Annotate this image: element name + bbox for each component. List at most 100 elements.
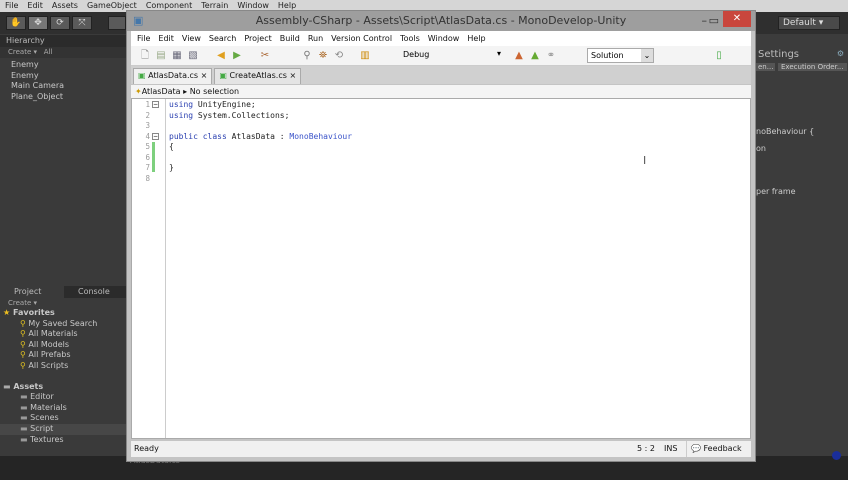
favorites-section[interactable]: ★ Favorites (0, 308, 126, 319)
fold-toggle[interactable]: − (152, 133, 159, 140)
code-content: using UnityEngine; using System.Collecti… (169, 100, 352, 174)
menu-view[interactable]: View (182, 31, 201, 46)
insert-mode: INS (664, 444, 678, 453)
folder-item[interactable]: ▬ Scenes (0, 413, 126, 424)
feedback-button[interactable]: 💬 Feedback (686, 441, 742, 457)
tab-console[interactable]: Console (64, 286, 110, 298)
hierarchy-tab[interactable]: Hierarchy (0, 35, 126, 47)
move-tool-icon[interactable]: ✥ (28, 16, 48, 30)
line-number: 3 (145, 121, 150, 130)
folder-label: Script (30, 423, 54, 433)
cursor-position: 5 : 2 (637, 444, 655, 453)
menu-assets[interactable]: Assets (52, 0, 78, 12)
open-icon[interactable]: ▤ (155, 50, 167, 62)
solution-dropdown[interactable]: Solution ⌄ (587, 48, 654, 63)
redo-icon[interactable]: ▶ (231, 50, 243, 62)
folder-item[interactable]: ▬ Editor (0, 392, 126, 403)
menu-help[interactable]: Help (467, 31, 485, 46)
scale-tool-icon[interactable]: ⤧ (72, 16, 92, 30)
folder-icon: ▬ (3, 381, 11, 391)
favorite-item[interactable]: ⚲ All Scripts (0, 361, 126, 372)
create-button[interactable]: Create (8, 48, 31, 56)
project-panel: Project Console Create ▾ ★ Favorites ⚲ M… (0, 286, 126, 456)
attach-icon[interactable]: ⚭ (545, 50, 557, 62)
assets-section[interactable]: ▬ Assets (0, 382, 126, 393)
folder-item-selected[interactable]: ▬ Script (0, 423, 126, 435)
config-dropdown[interactable]: Debug (403, 50, 429, 59)
search-icon: ⚲ (20, 318, 26, 328)
hierarchy-item[interactable]: Plane_Object (11, 92, 126, 103)
inspector-button[interactable]: en... (756, 63, 776, 71)
find-in-files-icon[interactable]: ⛯ (317, 50, 329, 62)
notification-icon[interactable] (832, 451, 841, 460)
code-line: using System.Collections; (169, 110, 290, 120)
maximize-button[interactable]: ▭ (709, 11, 719, 31)
settings-icon[interactable]: ⚙ (837, 49, 844, 58)
config-dropdown-arrow[interactable]: ▾ (497, 49, 501, 58)
project-create-button[interactable]: Create (8, 299, 31, 307)
code-line: { (169, 142, 174, 151)
find-icon[interactable]: ⚲ (301, 50, 313, 62)
device-icon[interactable]: ▯ (713, 50, 725, 62)
tab-atlasdata[interactable]: ▣ AtlasData.cs × (133, 68, 213, 84)
app-icon: ▣ (133, 14, 144, 27)
rebuild-icon[interactable]: ▲ (529, 50, 541, 62)
cut-icon[interactable]: ✂ (259, 50, 271, 62)
favorite-item[interactable]: ⚲ All Models (0, 340, 126, 351)
code-preview-line: per frame (756, 187, 796, 196)
hierarchy-item[interactable]: Enemy (11, 60, 126, 71)
menu-file[interactable]: File (5, 0, 18, 12)
folder-label: Scenes (30, 413, 59, 423)
hierarchy-search[interactable]: All (44, 48, 53, 56)
code-preview-line: on (756, 144, 766, 153)
close-tab-icon[interactable]: × (201, 71, 208, 80)
menu-edit[interactable]: Edit (27, 0, 43, 12)
folder-item[interactable]: ▬ Textures (0, 435, 126, 446)
menu-run[interactable]: Run (308, 31, 323, 46)
undo-icon[interactable]: ◀ (215, 50, 227, 62)
close-button[interactable]: ✕ (723, 11, 751, 27)
new-file-icon[interactable]: 🗋 (139, 50, 151, 62)
menu-version-control[interactable]: Version Control (331, 31, 392, 46)
replace-icon[interactable]: ⟲ (333, 50, 345, 62)
layout-dropdown[interactable]: Default ▾ (778, 16, 840, 30)
hand-tool-icon[interactable]: ✋ (6, 16, 26, 30)
menu-window[interactable]: Window (428, 31, 460, 46)
bookmark-icon[interactable]: ▥ (359, 50, 371, 62)
rotate-tool-icon[interactable]: ⟳ (50, 16, 70, 30)
menu-project[interactable]: Project (244, 31, 271, 46)
save-icon[interactable]: ▦ (171, 50, 183, 62)
close-tab-icon[interactable]: × (289, 71, 296, 80)
execution-order-button[interactable]: Execution Order... (778, 63, 847, 71)
breadcrumb-selection[interactable]: No selection (190, 87, 239, 96)
hierarchy-item[interactable]: Main Camera (11, 81, 126, 92)
folder-item[interactable]: ▬ Materials (0, 403, 126, 414)
window-title-bar[interactable]: ▣ Assembly-CSharp - Assets\Script\AtlasD… (127, 11, 755, 31)
menu-search[interactable]: Search (209, 31, 236, 46)
pivot-toggle[interactable] (108, 16, 126, 30)
text-cursor-icon: I (643, 154, 647, 167)
tab-project[interactable]: Project (0, 286, 64, 298)
line-number: 8 (145, 173, 150, 183)
breadcrumb-class[interactable]: AtlasData (142, 87, 181, 96)
fold-toggle[interactable]: − (152, 101, 159, 108)
favorite-item[interactable]: ⚲ My Saved Search (0, 319, 126, 330)
favorite-item[interactable]: ⚲ All Prefabs (0, 350, 126, 361)
menu-edit[interactable]: Edit (158, 31, 174, 46)
favorite-item[interactable]: ⚲ All Materials (0, 329, 126, 340)
minimize-button[interactable]: – (702, 11, 708, 31)
line-number: 7 (145, 163, 150, 172)
menu-file[interactable]: File (137, 31, 150, 46)
build-icon[interactable]: ▲ (513, 50, 525, 62)
save-all-icon[interactable]: ▧ (187, 50, 199, 62)
folder-icon: ▬ (20, 392, 28, 402)
code-editor[interactable]: 12345678 − − using UnityEngine; using Sy… (131, 98, 751, 439)
menu-build[interactable]: Build (280, 31, 300, 46)
menu-tools[interactable]: Tools (400, 31, 420, 46)
tab-createatlas[interactable]: ▣ CreateAtlas.cs × (214, 68, 302, 84)
code-line: using UnityEngine; (169, 100, 256, 109)
file-icon: ▣ (138, 71, 146, 80)
hierarchy-item[interactable]: Enemy (11, 71, 126, 82)
tab-label: CreateAtlas.cs (229, 71, 287, 80)
